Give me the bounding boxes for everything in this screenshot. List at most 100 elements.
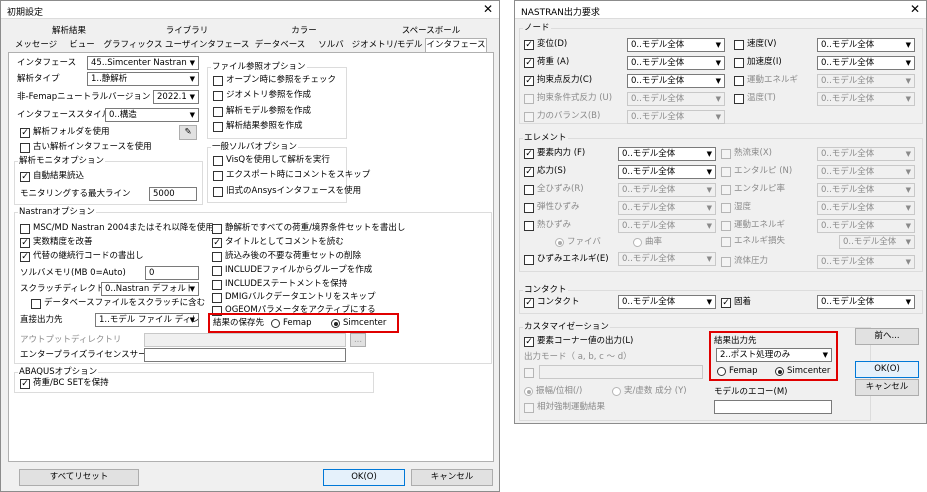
chevron-down-icon: ▼ [715, 113, 721, 121]
cancel-button[interactable]: キャンセル [855, 379, 919, 396]
iface-style-select[interactable]: 0..構造 ▼ [105, 108, 199, 122]
nas-right-checkbox-2[interactable] [212, 252, 222, 262]
result-dest-femap-radio[interactable] [717, 367, 726, 376]
file-ref-checkbox-2[interactable] [213, 107, 223, 117]
result-save-femap-radio[interactable] [271, 319, 280, 328]
chevron-down-icon: ▼ [905, 168, 911, 176]
element-group-title: エレメント [523, 131, 568, 143]
elem-left-checkbox-1[interactable]: ✓ [524, 167, 534, 177]
ok-button[interactable]: OK(O) [855, 361, 919, 378]
node-left-select-1[interactable]: 0..モデル全体 ▼ [627, 56, 725, 70]
keep-loads-checkbox[interactable]: ✓ [20, 379, 30, 389]
gen-solver-checkbox-1[interactable] [213, 171, 223, 181]
nas-right-checkbox-3[interactable] [212, 266, 222, 276]
browse-button: ... [350, 333, 366, 347]
chevron-down-icon: ▼ [905, 238, 911, 246]
file-ref-checkbox-1[interactable] [213, 91, 223, 101]
tab-user-interface[interactable]: ユーザインタフェース [165, 39, 249, 52]
tab-interface[interactable]: インタフェース [425, 38, 487, 52]
elem-left-checkbox-3[interactable] [524, 203, 534, 213]
db-file-scratch-checkbox[interactable] [31, 299, 41, 309]
use-old-interface-label: 古い解析インタフェースを使用 [33, 142, 152, 152]
node-right-checkbox-0[interactable] [734, 40, 744, 50]
close-icon[interactable]: ✕ [483, 3, 493, 16]
elem-left-checkbox-0[interactable]: ✓ [524, 149, 534, 159]
strain-energy-checkbox[interactable] [524, 255, 534, 265]
node-left-select-0[interactable]: 0..モデル全体 ▼ [627, 38, 725, 52]
gen-solver-label-1: エクスポート時にコメントをスキップ [226, 170, 371, 180]
solver-mem-input[interactable]: 0 [145, 266, 199, 280]
monitor-group-title: 解析モニタオプション [18, 154, 106, 166]
contact-checkbox[interactable]: ✓ [524, 298, 534, 308]
scratch-dir-select[interactable]: 0..Nastran デフォルト ▼ [101, 282, 199, 296]
elem-left-label-1: 応力(S) [537, 166, 567, 176]
monitor-max-lines-input[interactable]: 5000 [149, 187, 197, 201]
node-right-checkbox-3[interactable] [734, 94, 744, 104]
ok-button[interactable]: OK(O) [323, 469, 405, 486]
tab-geometry-model[interactable]: ジオメトリ/モデル [351, 39, 423, 52]
result-dest-select[interactable]: 2..ポスト処理のみ ▼ [716, 348, 832, 362]
db-file-scratch-label: データベースファイルをスクラッチに含む [44, 298, 206, 308]
use-analysis-folder-checkbox[interactable]: ✓ [20, 128, 30, 138]
corner-output-checkbox[interactable]: ✓ [524, 337, 534, 347]
glue-checkbox[interactable]: ✓ [721, 298, 731, 308]
nas-left-checkbox-0[interactable] [20, 224, 30, 234]
tab-analysis-results[interactable]: 解析結果 [19, 25, 119, 38]
curvature-radio [633, 238, 642, 247]
node-right-select-1[interactable]: 0..モデル全体 ▼ [817, 56, 915, 70]
result-dest-simcenter-radio[interactable] [775, 367, 784, 376]
model-echo-input[interactable] [714, 400, 832, 414]
file-ref-checkbox-3[interactable] [213, 122, 223, 132]
nas-right-checkbox-5[interactable] [212, 293, 222, 303]
tab-database[interactable]: データベース [249, 39, 311, 52]
nas-right-checkbox-4[interactable] [212, 280, 222, 290]
nas-right-checkbox-1[interactable]: ✓ [212, 238, 222, 248]
elem-left-label-4: 熱ひずみ [537, 220, 572, 230]
node-right-checkbox-2[interactable] [734, 76, 744, 86]
auto-read-checkbox[interactable]: ✓ [20, 172, 30, 182]
file-ref-label-3: 解析結果参照を作成 [226, 121, 303, 131]
gen-solver-checkbox-0[interactable] [213, 156, 223, 166]
wizard-icon[interactable]: ✎ [179, 125, 197, 140]
tab-color[interactable]: カラー [259, 25, 349, 38]
chevron-down-icon: ▼ [706, 150, 712, 158]
output-mode-input [539, 365, 703, 379]
tab-view[interactable]: ビュー [63, 39, 101, 52]
nas-left-checkbox-1[interactable]: ✓ [20, 238, 30, 248]
tab-graphics[interactable]: グラフィックス [101, 39, 165, 52]
glue-select[interactable]: 0..モデル全体 ▼ [817, 295, 915, 309]
analysis-type-select[interactable]: 1..静解析 ▼ [87, 72, 199, 86]
enterprise-input[interactable] [144, 348, 346, 362]
tab-library[interactable]: ライブラリ [141, 25, 233, 38]
elem-left-select-1[interactable]: 0..モデル全体 ▼ [618, 165, 716, 179]
reset-all-button[interactable]: すべてリセット [19, 469, 139, 486]
contact-select[interactable]: 0..モデル全体 ▼ [618, 295, 716, 309]
node-left-checkbox-0[interactable]: ✓ [524, 40, 534, 50]
tab-solver[interactable]: ソルバ [311, 39, 351, 52]
nas-left-checkbox-2[interactable]: ✓ [20, 252, 30, 262]
result-save-simcenter-radio[interactable] [331, 319, 340, 328]
node-left-checkbox-2[interactable]: ✓ [524, 76, 534, 86]
gen-solver-checkbox-2[interactable] [213, 187, 223, 197]
node-left-label-4: 力のバランス(B) [537, 111, 601, 121]
elem-left-checkbox-4[interactable] [524, 221, 534, 231]
node-right-checkbox-1[interactable] [734, 58, 744, 68]
prev-button[interactable]: 前へ... [855, 328, 919, 345]
elem-left-checkbox-2[interactable] [524, 185, 534, 195]
node-left-select-2[interactable]: 0..モデル全体 ▼ [627, 74, 725, 88]
close-icon[interactable]: ✕ [910, 3, 920, 16]
node-left-checkbox-1[interactable]: ✓ [524, 58, 534, 68]
nas-right-checkbox-0[interactable] [212, 224, 222, 234]
elem-left-select-0[interactable]: 0..モデル全体 ▼ [618, 147, 716, 161]
direct-output-select[interactable]: 1..モデル ファイル ディレクトリ▼ [95, 313, 199, 327]
tab-message[interactable]: メッセージ [9, 39, 63, 52]
nastran-output-request-dialog: NASTRAN出力要求 ✕ ノード エレメント ファイバ 曲率 ひずみエネルギ(… [514, 0, 927, 424]
node-right-select-0[interactable]: 0..モデル全体 ▼ [817, 38, 915, 52]
use-old-interface-checkbox[interactable] [20, 143, 30, 153]
tab-spaceball[interactable]: スペースボール [381, 25, 481, 38]
interface-select[interactable]: 45..Simcenter Nastran ▼ [87, 56, 199, 70]
chevron-down-icon: ▼ [706, 186, 712, 194]
cancel-button[interactable]: キャンセル [411, 469, 493, 486]
file-ref-checkbox-0[interactable] [213, 76, 223, 86]
nonfemap-select[interactable]: 2022.1 ▼ [153, 90, 199, 104]
